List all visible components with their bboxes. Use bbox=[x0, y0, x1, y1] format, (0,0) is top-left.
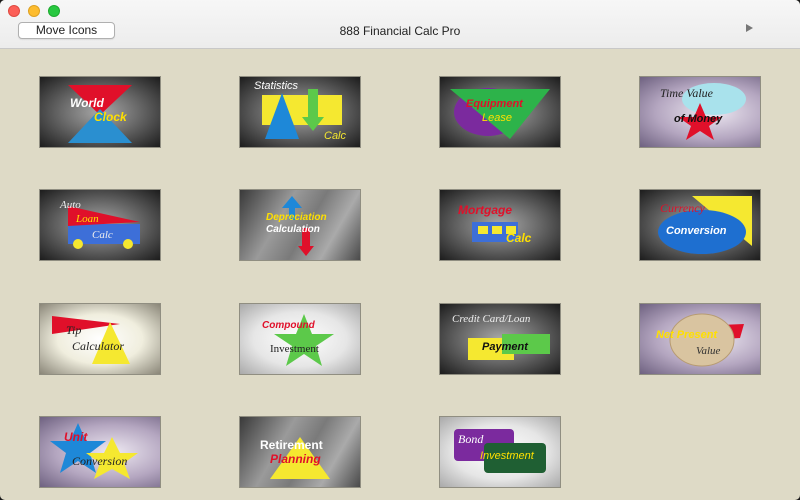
time-value-money-tile[interactable]: Time Value of Money bbox=[640, 77, 760, 147]
conversion-label: Conversion bbox=[666, 225, 727, 237]
credit-card-loan-payment-tile[interactable]: Credit Card/Loan Payment bbox=[440, 304, 560, 374]
minimize-window-button[interactable] bbox=[28, 5, 40, 17]
equipment-label: Equipment bbox=[466, 98, 524, 110]
loan-label: Loan bbox=[75, 213, 99, 225]
mortgage-calc-tile[interactable]: Mortgage Calc bbox=[440, 190, 560, 260]
play-icon[interactable] bbox=[746, 24, 753, 32]
net-present-label: Net Present bbox=[656, 329, 718, 341]
statistics-calc-label: Calc bbox=[324, 130, 347, 142]
net-present-value-graphic: Net Present Value bbox=[656, 313, 744, 367]
depreciation-graphic: Depreciation Calculation bbox=[266, 196, 327, 256]
statistics-calc-graphic: Statistics Calc bbox=[254, 80, 347, 142]
world-clock-tile[interactable]: World Clock bbox=[40, 77, 160, 147]
payment-label: Payment bbox=[482, 341, 529, 353]
world-clock-label-1: World bbox=[70, 96, 104, 110]
statistics-calc-tile[interactable]: Statistics Calc bbox=[240, 77, 360, 147]
equipment-lease-graphic: Equipment Lease bbox=[450, 88, 550, 139]
retirement-planning-graphic: Retirement Planning bbox=[260, 437, 330, 479]
retirement-label: Retirement bbox=[260, 438, 323, 452]
time-value-money-graphic: Time Value of Money bbox=[660, 83, 746, 140]
compound-investment-tile[interactable]: Compound Investment bbox=[240, 304, 360, 374]
mortgage-graphic: Mortgage Calc bbox=[458, 203, 532, 245]
compound-investment-graphic: Compound Investment bbox=[262, 314, 334, 366]
currency-graphic: Currency Conversion bbox=[658, 196, 752, 254]
mortgage-calc-label: Calc bbox=[506, 231, 532, 245]
bond-investment-label: Investment bbox=[480, 450, 535, 462]
statistics-label: Statistics bbox=[254, 80, 299, 92]
zoom-window-button[interactable] bbox=[48, 5, 60, 17]
title-bar: Move Icons 888 Financial Calc Pro bbox=[0, 0, 800, 49]
unit-conversion-graphic: Unit Conversion bbox=[50, 423, 138, 479]
credit-card-graphic: Credit Card/Loan Payment bbox=[452, 313, 550, 360]
tip-calculator-graphic: Tip Calculator bbox=[52, 316, 130, 364]
app-window: Move Icons 888 Financial Calc Pro World … bbox=[0, 0, 800, 500]
tip-calculator-tile[interactable]: Tip Calculator bbox=[40, 304, 160, 374]
value-label: Value bbox=[696, 345, 721, 357]
of-money-label: of Money bbox=[674, 113, 723, 125]
world-clock-graphic: World Clock bbox=[68, 85, 132, 143]
auto-loan-calc-tile[interactable]: Auto Loan Calc bbox=[40, 190, 160, 260]
bond-label: Bond bbox=[458, 432, 484, 446]
mortgage-label: Mortgage bbox=[458, 203, 512, 217]
world-clock-label-2: Clock bbox=[94, 110, 128, 124]
credit-card-loan-label: Credit Card/Loan bbox=[452, 313, 531, 325]
tip-label: Tip bbox=[66, 323, 81, 337]
auto-label: Auto bbox=[59, 199, 81, 211]
retirement-planning-tile[interactable]: Retirement Planning bbox=[240, 417, 360, 487]
unit-conversion-label: Conversion bbox=[72, 454, 127, 468]
calculator-label: Calculator bbox=[72, 339, 124, 353]
currency-conversion-tile[interactable]: Currency Conversion bbox=[640, 190, 760, 260]
unit-label: Unit bbox=[64, 430, 88, 444]
unit-conversion-tile[interactable]: Unit Conversion bbox=[40, 417, 160, 487]
investment-label: Investment bbox=[270, 343, 319, 355]
auto-calc-label: Calc bbox=[92, 229, 113, 241]
window-title: 888 Financial Calc Pro bbox=[339, 24, 461, 38]
compound-label: Compound bbox=[262, 320, 316, 331]
depreciation-label: Depreciation bbox=[266, 212, 327, 223]
net-present-value-tile[interactable]: Net Present Value bbox=[640, 304, 760, 374]
time-value-label: Time Value bbox=[660, 86, 714, 100]
currency-label: Currency bbox=[660, 201, 706, 215]
bond-investment-tile[interactable]: Bond Investment bbox=[440, 417, 560, 487]
depreciation-calc-tile[interactable]: Depreciation Calculation bbox=[240, 190, 360, 260]
auto-loan-graphic: Auto Loan Calc bbox=[59, 199, 140, 249]
bond-investment-graphic: Bond Investment bbox=[454, 429, 546, 473]
calculation-label: Calculation bbox=[266, 224, 320, 235]
equipment-lease-tile[interactable]: Equipment Lease bbox=[440, 77, 560, 147]
lease-label: Lease bbox=[482, 112, 512, 124]
planning-label: Planning bbox=[270, 452, 321, 466]
close-window-button[interactable] bbox=[8, 5, 20, 17]
